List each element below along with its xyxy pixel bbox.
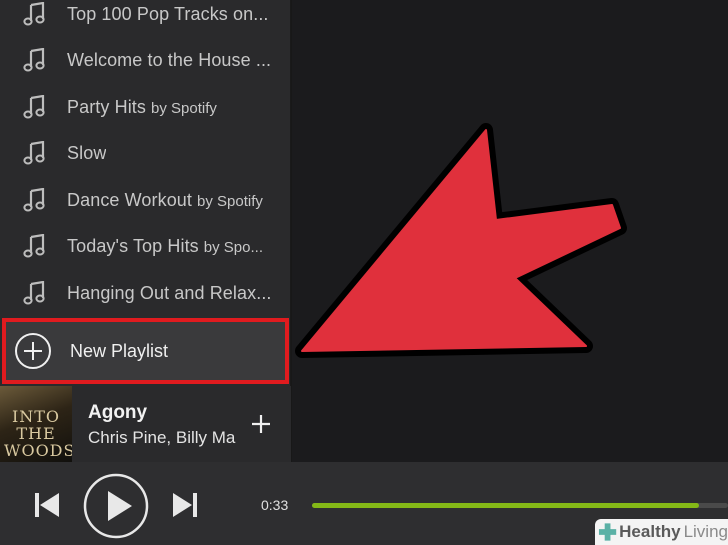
play-icon[interactable] xyxy=(83,473,149,539)
music-note-icon xyxy=(23,141,45,165)
playlist-item[interactable]: Hanging Out and Relax... xyxy=(0,270,290,316)
music-note-icon xyxy=(23,234,45,258)
skip-previous-icon[interactable] xyxy=(34,492,60,518)
skip-next-icon[interactable] xyxy=(172,492,198,518)
plus-icon[interactable] xyxy=(249,412,273,436)
playlist-item[interactable]: Today's Top Hits by Spo... xyxy=(0,223,290,269)
track-artist[interactable]: Chris Pine, Billy Ma xyxy=(88,428,238,448)
playlist-item[interactable]: Welcome to the House ... xyxy=(0,37,290,83)
playlist-name: Dance Workout xyxy=(67,189,193,210)
music-note-icon xyxy=(23,188,45,212)
playlist-name: Today's Top Hits xyxy=(67,235,199,256)
playlist-name: Slow xyxy=(67,142,107,163)
playlist-owner: by Spotify xyxy=(197,192,263,210)
plus-circle-icon xyxy=(15,333,51,369)
music-note-icon xyxy=(23,95,45,119)
watermark-brand: Healthy xyxy=(619,522,681,541)
music-note-icon xyxy=(23,281,45,305)
cross-logo-icon xyxy=(598,523,617,541)
playlist-item[interactable]: Top 100 Pop Tracks on... xyxy=(0,0,290,37)
playlist-name: Welcome to the House ... xyxy=(67,49,272,70)
playlist-item[interactable]: Party Hits by Spotify xyxy=(0,84,290,130)
pointer-arrow-annotation xyxy=(295,123,627,358)
progress-bar[interactable] xyxy=(312,503,728,508)
music-note-icon xyxy=(23,2,45,26)
playlist-owner: by Spotify xyxy=(151,99,217,117)
track-title[interactable]: Agony xyxy=(88,402,147,424)
watermark-brand-suffix: Living xyxy=(683,522,728,541)
progress-fill xyxy=(312,503,699,508)
playlist-item[interactable]: Slow xyxy=(0,130,290,176)
music-note-icon xyxy=(23,48,45,72)
album-cover[interactable]: INTO THE WOODS xyxy=(0,386,72,462)
playlist-name: Party Hits xyxy=(67,96,147,117)
album-cover-text: INTO THE WOODS xyxy=(4,407,72,460)
elapsed-time: 0:33 xyxy=(261,497,289,513)
new-playlist-label: New Playlist xyxy=(70,340,169,361)
now-playing-panel: INTO THE WOODS Agony Chris Pine, Billy M… xyxy=(0,386,291,462)
playlist-item[interactable]: Dance Workout by Spotify xyxy=(0,177,290,223)
new-playlist-button[interactable]: New Playlist xyxy=(2,318,289,384)
playlist-owner: by Spo... xyxy=(203,238,263,256)
watermark: Healthy Living xyxy=(595,519,728,545)
playlist-name: Top 100 Pop Tracks on... xyxy=(67,3,269,24)
playlist-name: Hanging Out and Relax... xyxy=(67,282,272,303)
